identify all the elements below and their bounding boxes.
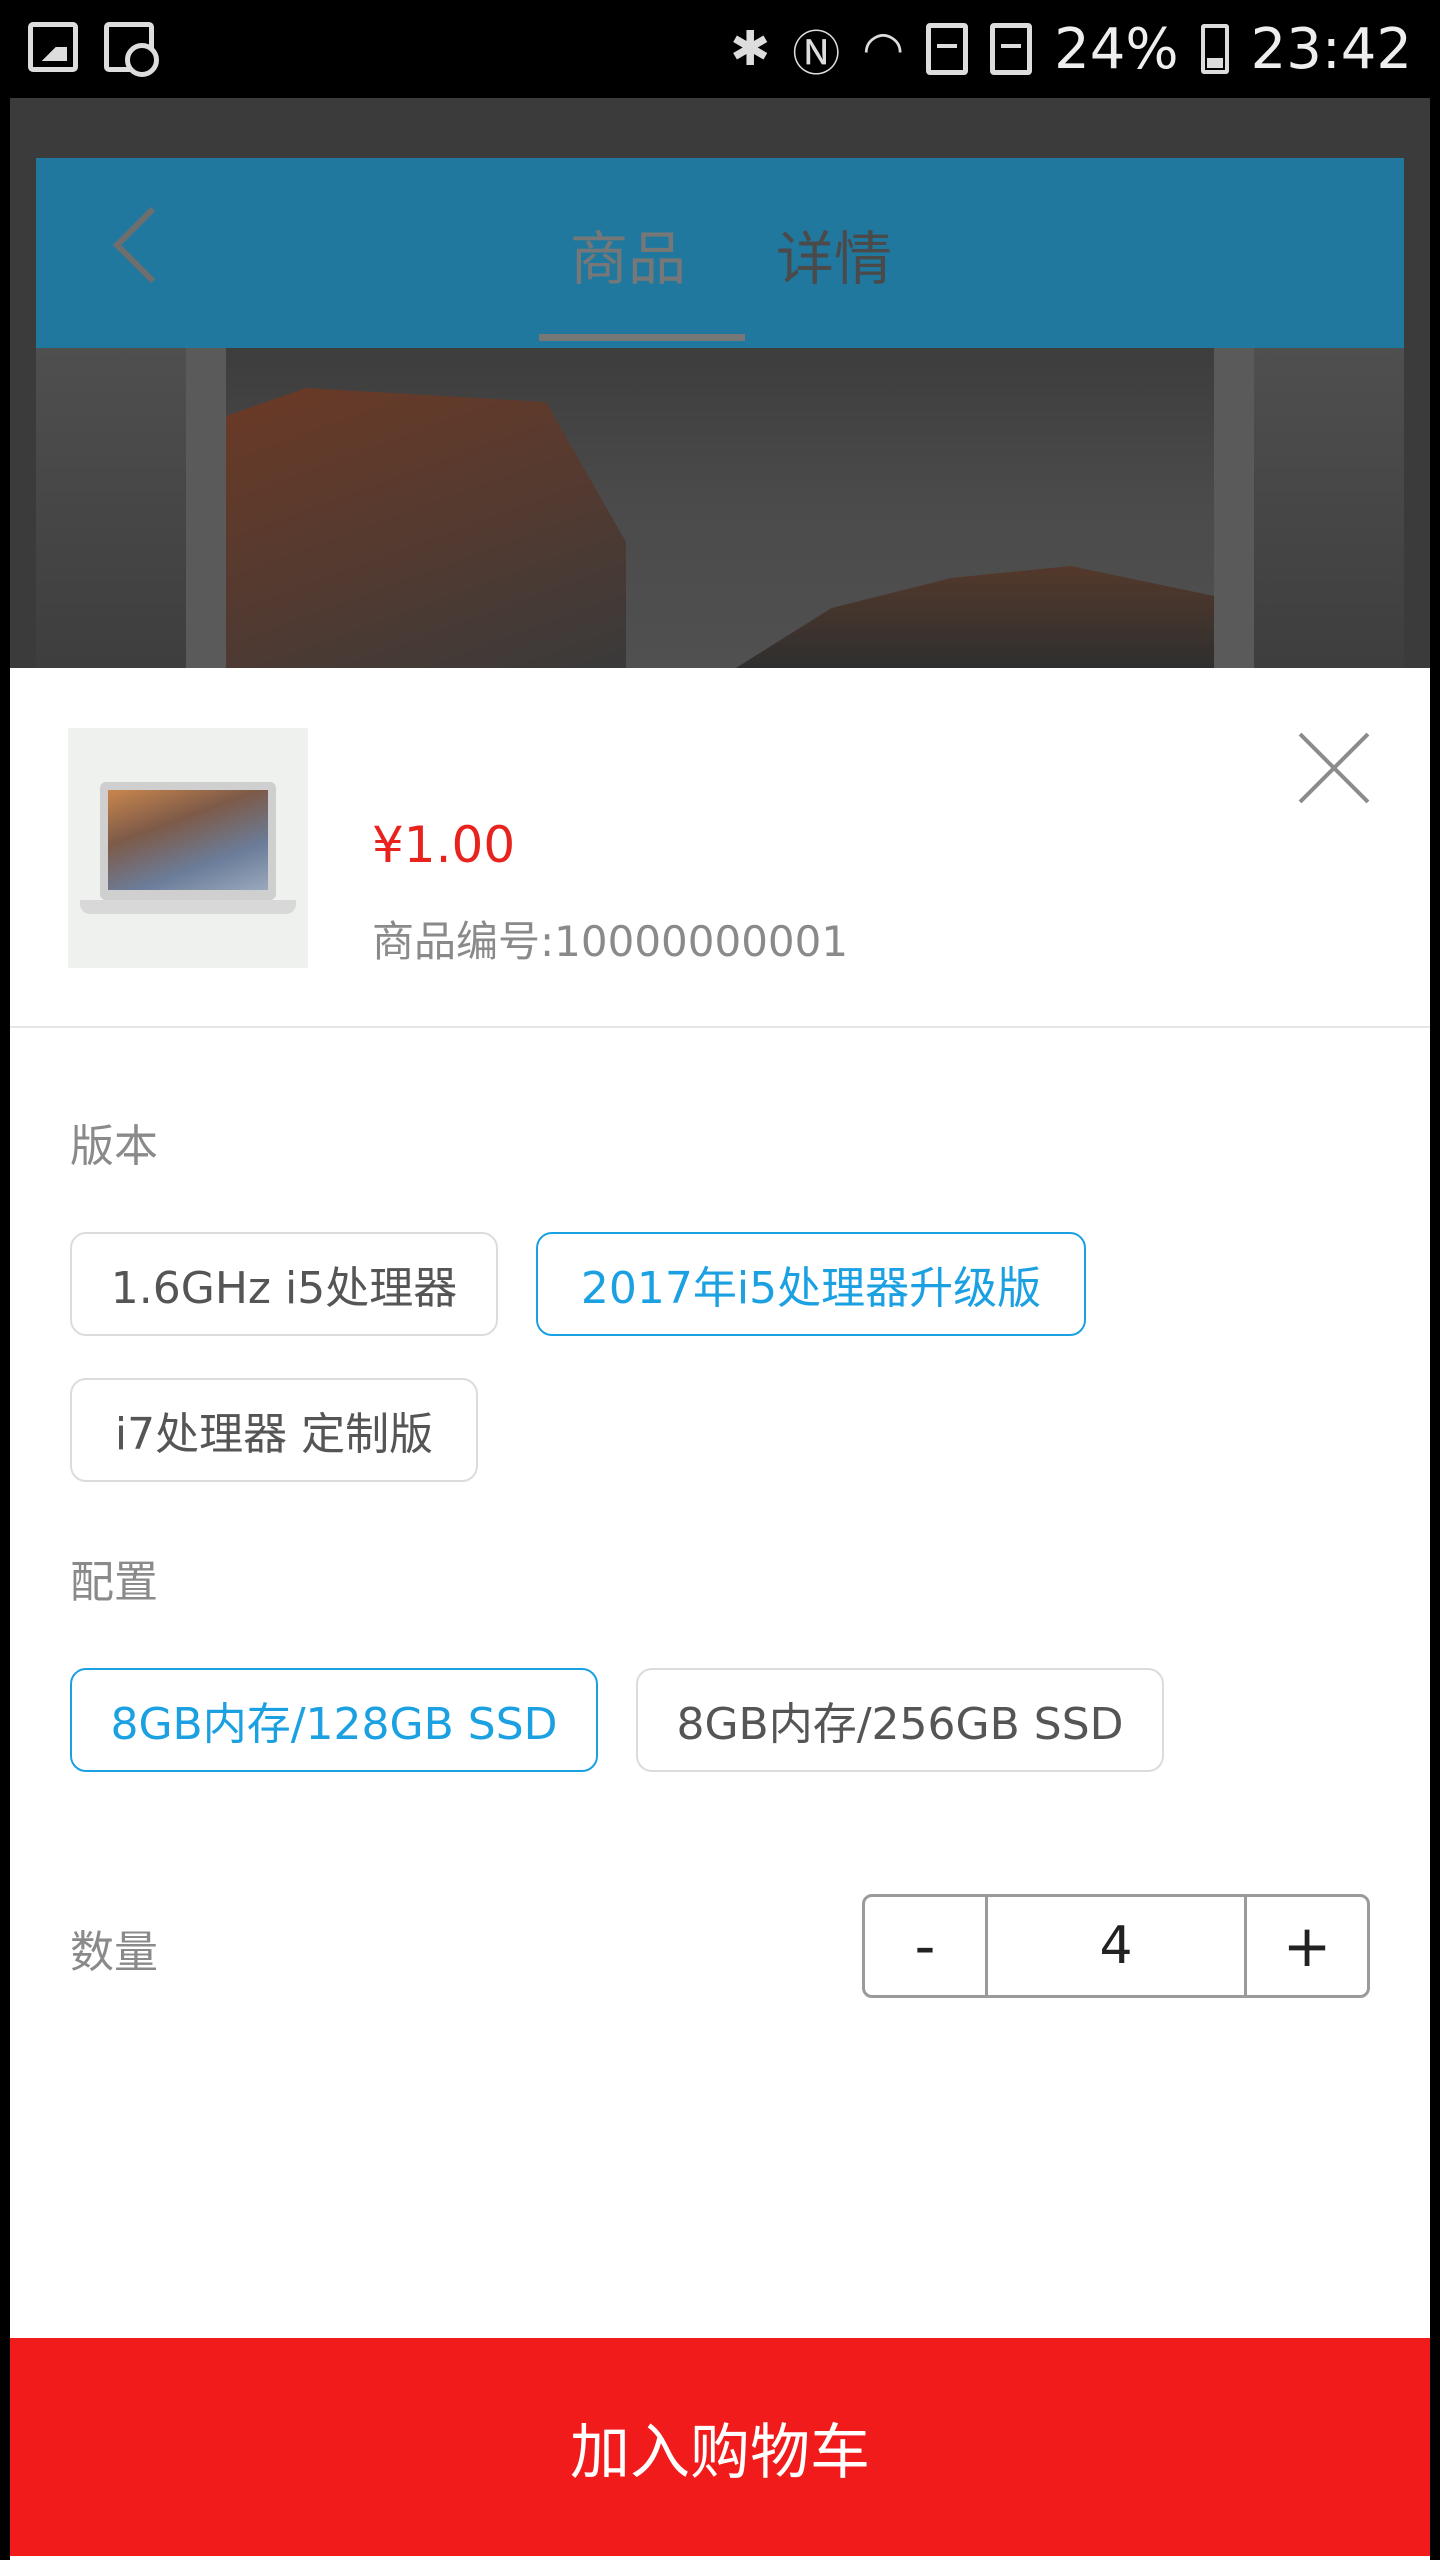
- add-to-cart-button[interactable]: 加入购物车: [10, 2338, 1430, 2556]
- clock: 23:42: [1250, 16, 1412, 82]
- product-price: ¥1.00: [372, 816, 516, 874]
- calendar-clock-icon: [104, 22, 159, 77]
- sim2-icon: [990, 23, 1033, 75]
- config-option-2[interactable]: 8GB内存/256GB SSD: [636, 1668, 1164, 1772]
- background-page: 商品 详情: [10, 98, 1430, 668]
- quantity-stepper: - 4 +: [862, 1894, 1370, 1998]
- tab-bar: 商品 详情: [36, 158, 1404, 348]
- product-summary: ¥1.00 商品编号:10000000001: [10, 668, 1430, 1028]
- bluetooth-icon: ✱: [730, 21, 771, 77]
- tab-goods[interactable]: 商品: [570, 212, 686, 296]
- version-option-1[interactable]: 1.6GHz i5处理器: [70, 1232, 498, 1336]
- config-option-1[interactable]: 8GB内存/128GB SSD: [70, 1668, 598, 1772]
- version-option-3[interactable]: i7处理器 定制版: [70, 1378, 478, 1482]
- top-bar: 商品 详情: [36, 158, 1404, 348]
- version-option-2[interactable]: 2017年i5处理器升级版: [536, 1232, 1086, 1336]
- quantity-input[interactable]: 4: [985, 1897, 1247, 1995]
- sim1-icon: [926, 23, 969, 75]
- wifi-icon: ◠: [862, 21, 905, 77]
- gallery-icon: [28, 22, 78, 72]
- status-bar: ✱ Ⓝ ◠ 24% 23:42: [0, 0, 1440, 98]
- product-hero-image: [36, 348, 1404, 668]
- product-thumbnail: [68, 728, 308, 968]
- sku-selector-sheet: ¥1.00 商品编号:10000000001 版本 1.6GHz i5处理器 2…: [10, 668, 1430, 2560]
- product-sku: 商品编号:10000000001: [372, 917, 849, 966]
- laptop-icon: [100, 782, 276, 900]
- battery-percent: 24%: [1054, 16, 1179, 82]
- quantity-label: 数量: [70, 1927, 158, 1978]
- config-label: 配置: [70, 1557, 158, 1608]
- decrement-button[interactable]: -: [865, 1897, 985, 1995]
- nfc-icon: Ⓝ: [792, 26, 841, 82]
- increment-button[interactable]: +: [1247, 1897, 1367, 1995]
- tab-indicator: [539, 334, 745, 341]
- battery-icon: [1200, 24, 1229, 74]
- version-label: 版本: [70, 1121, 158, 1172]
- close-icon[interactable]: [1292, 726, 1376, 810]
- tab-detail[interactable]: 详情: [776, 212, 892, 296]
